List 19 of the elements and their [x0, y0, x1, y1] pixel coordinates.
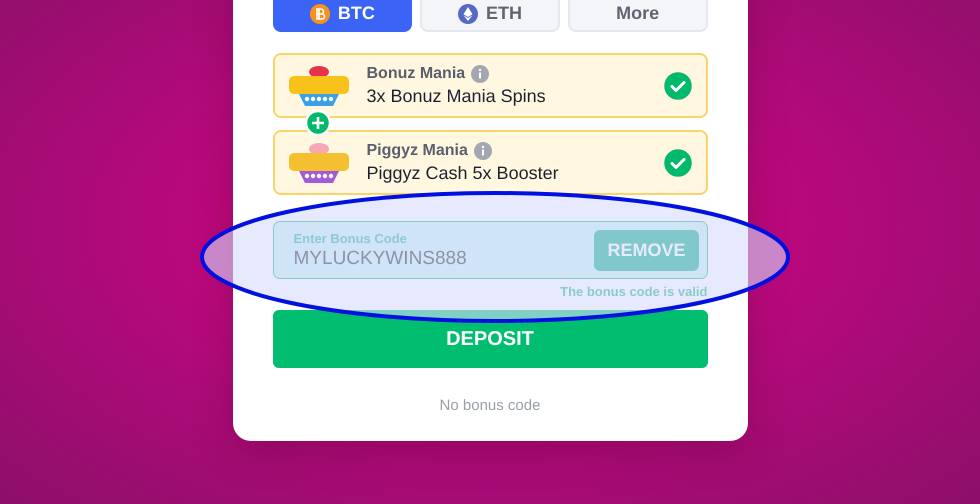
validation-message: The bonus code is valid: [560, 284, 708, 299]
no-bonus-code-link[interactable]: No bonus code: [440, 397, 540, 414]
field-label: Enter Bonus Code: [294, 230, 408, 246]
currency-tab[interactable]: More: [568, 0, 708, 32]
bonus-description: Piggyz Cash 5x Booster: [366, 162, 560, 184]
bonus-card[interactable]: Bonuz Mania 3x Bonuz Mania Spins: [272, 53, 708, 118]
bonus-description: 3x Bonuz Mania Spins: [366, 86, 547, 106]
currency-tab[interactable]: BTC: [272, 0, 412, 32]
game-logo-icon: [286, 140, 350, 184]
bonus-card[interactable]: Piggyz Mania Piggyz Cash 5x Booster: [272, 130, 708, 195]
currency-tab[interactable]: ETH: [420, 0, 560, 32]
info-icon[interactable]: [474, 142, 492, 160]
bonus-title: Bonuz Mania: [366, 64, 466, 82]
game-logo-icon: [286, 64, 350, 108]
deposit-button[interactable]: DEPOSIT: [272, 310, 708, 368]
ethereum-icon: [458, 4, 478, 24]
bitcoin-icon: [310, 4, 330, 24]
info-icon[interactable]: [471, 64, 490, 82]
bonus-title: Piggyz Mania: [366, 142, 468, 160]
